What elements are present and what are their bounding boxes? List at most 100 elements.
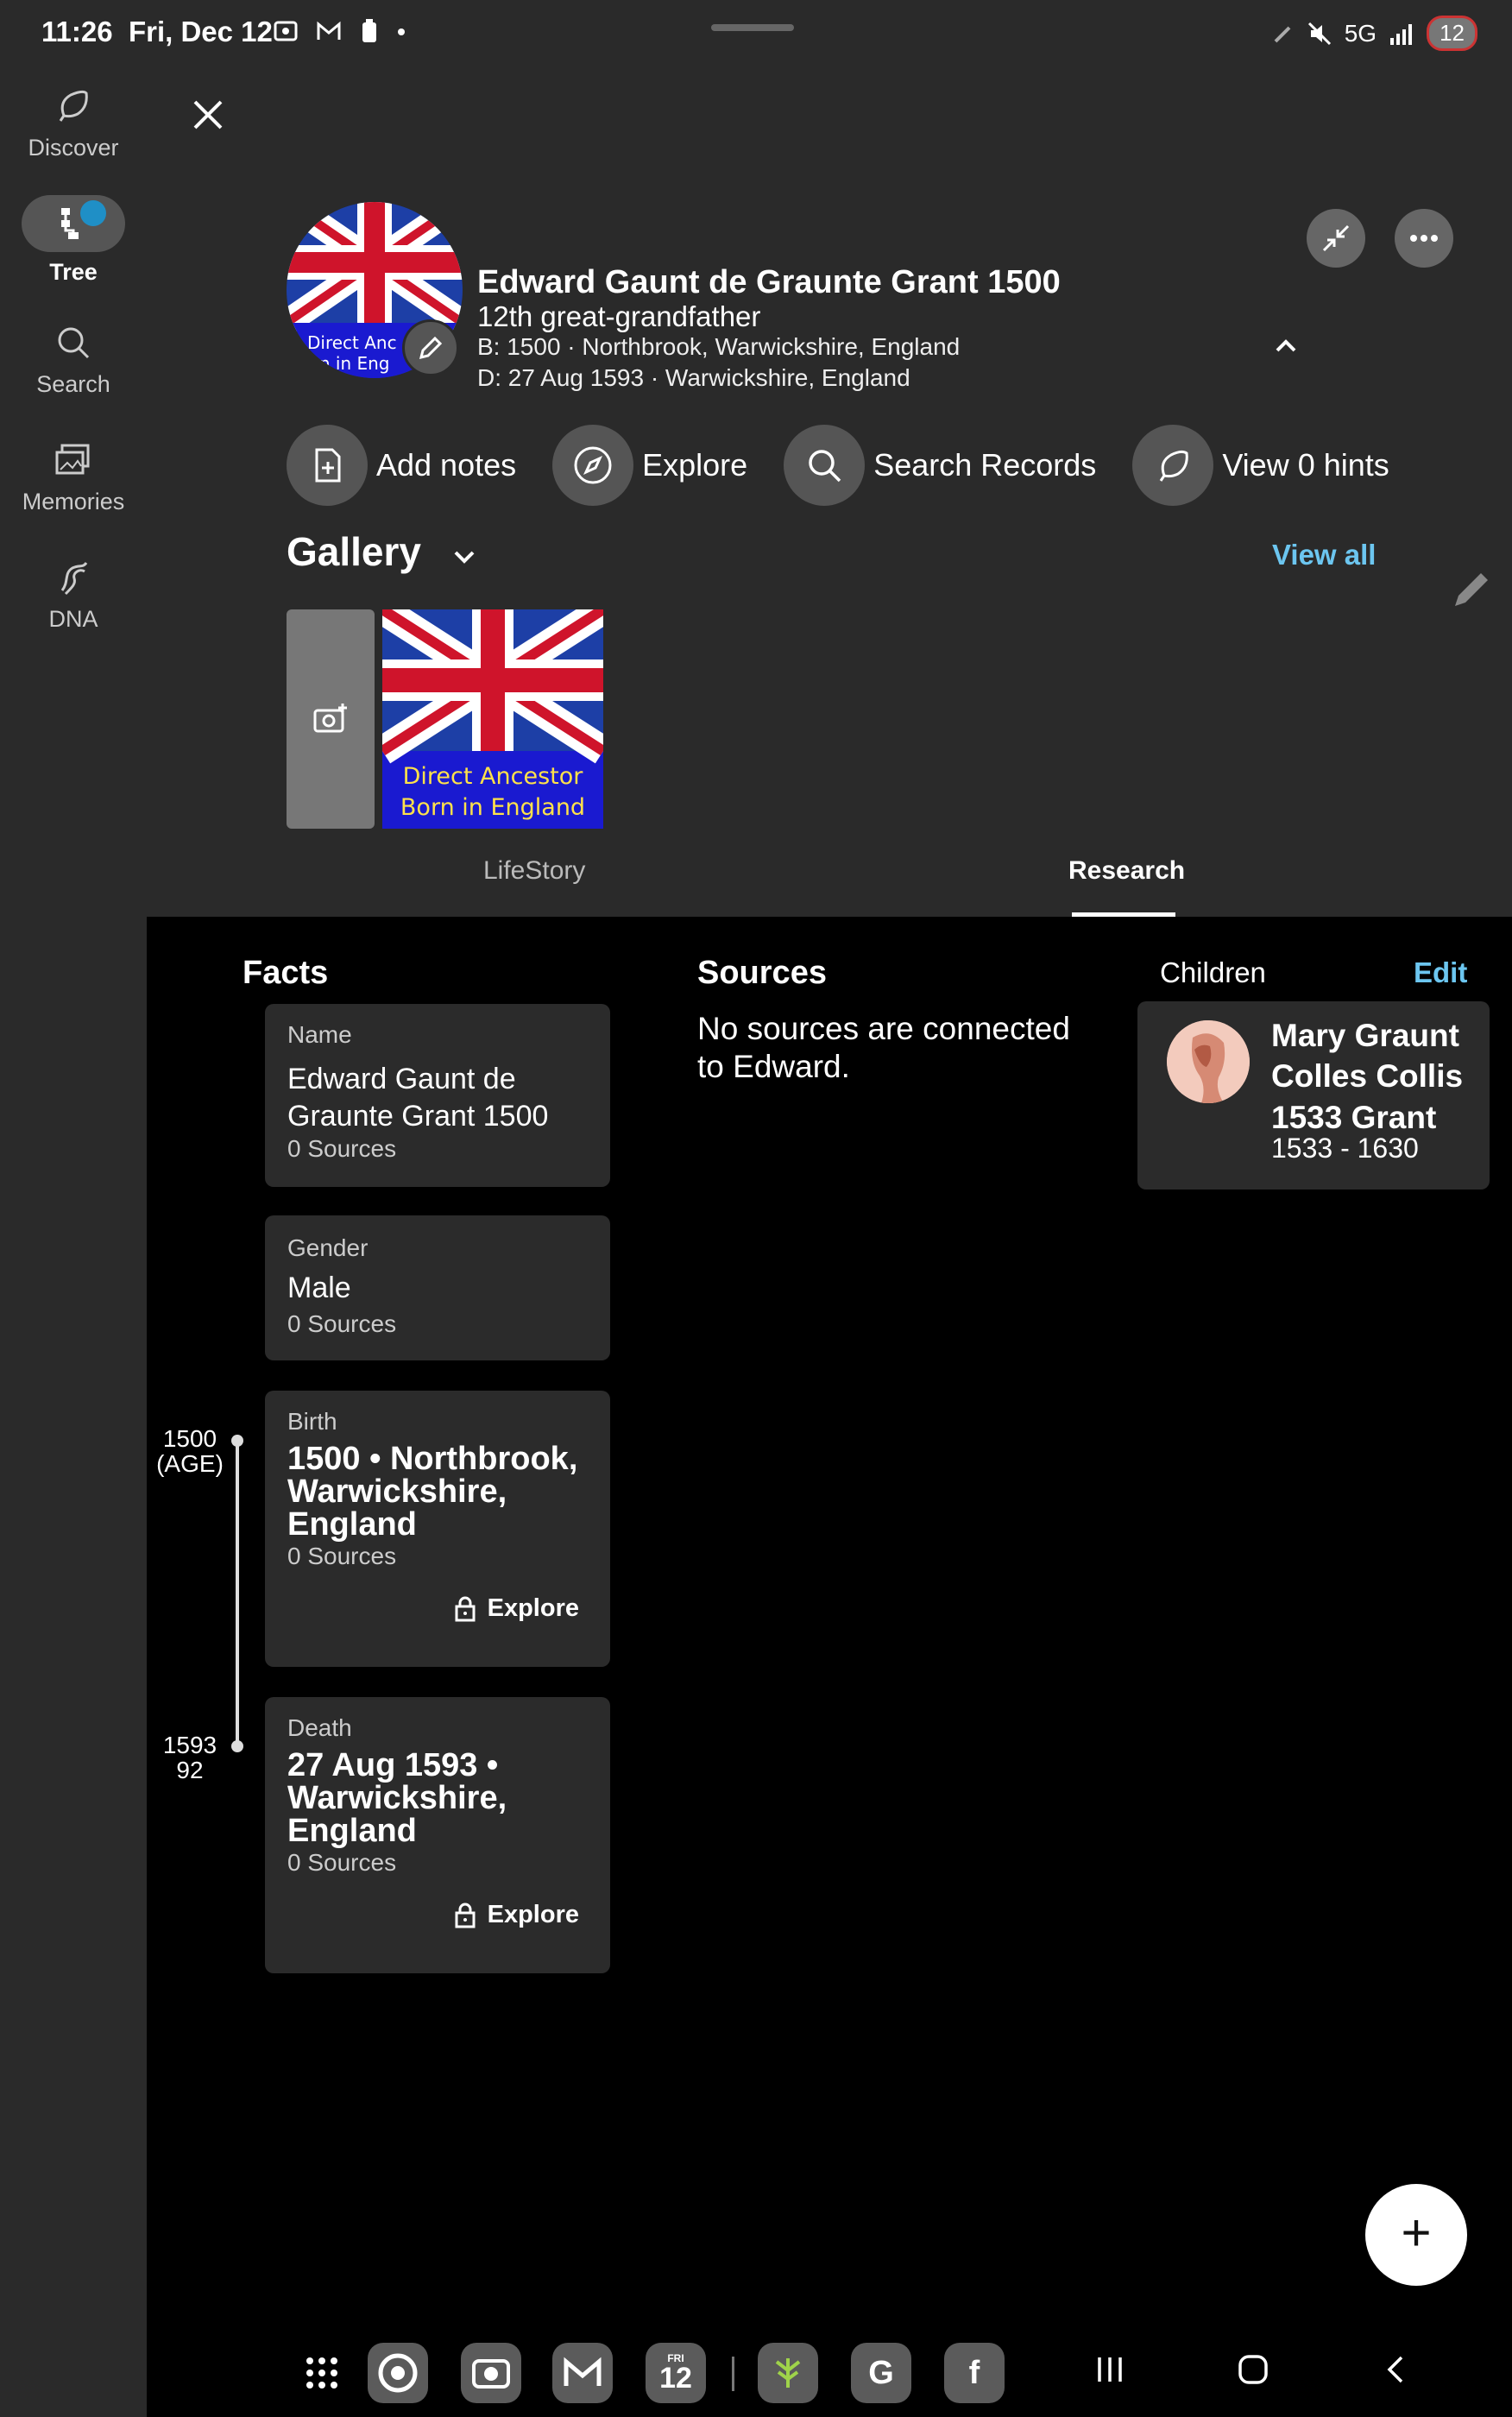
network-type: 5G xyxy=(1344,19,1377,47)
add-photo-button[interactable] xyxy=(287,609,375,829)
add-fab-button[interactable]: + xyxy=(1365,2184,1467,2286)
action-circle xyxy=(552,425,634,506)
gmail-icon[interactable] xyxy=(552,2343,613,2403)
view-hints-button[interactable]: View 0 hints xyxy=(1132,425,1389,506)
child-name: Mary Graunt Colles Collis 1533 Grant xyxy=(1271,1018,1464,1135)
rail-label: Memories xyxy=(22,489,125,514)
status-time: 11:26 Fri, Dec 12 xyxy=(41,16,273,47)
rail-label: Tree xyxy=(49,259,98,285)
recents-button[interactable] xyxy=(1093,2350,1127,2397)
rail-item-discover[interactable]: Discover xyxy=(0,85,147,161)
dock-divider xyxy=(732,2357,734,2391)
discover-icon xyxy=(59,90,88,122)
add-photo-icon xyxy=(313,704,347,733)
collapse-arrows-icon xyxy=(1322,224,1350,252)
more-options-button[interactable] xyxy=(1395,209,1453,268)
all-apps-icon[interactable] xyxy=(292,2343,352,2403)
rail-label: DNA xyxy=(48,606,98,632)
fact-value: 27 Aug 1593 • Warwickshire, England xyxy=(287,1747,507,1849)
home-button[interactable] xyxy=(1236,2350,1270,2397)
person-relation: 12th great-grandfather xyxy=(477,300,761,332)
person-header: Direct Anc rn in Eng Edward Gaunt de Gra… xyxy=(147,69,1512,917)
tab-lifestory[interactable]: LifeStory xyxy=(483,856,585,886)
union-jack-image: Direct Ancestor Born in England xyxy=(382,609,603,829)
fact-card-name[interactable]: Name Edward Gaunt de Graunte Grant 1500 … xyxy=(265,1004,610,1187)
fact-card-birth[interactable]: Birth 1500 • Northbrook, Warwickshire, E… xyxy=(265,1391,610,1667)
active-pill xyxy=(22,195,125,252)
fact-label: Name xyxy=(287,1021,352,1048)
home-icon xyxy=(1238,2355,1268,2384)
edit-avatar-button[interactable] xyxy=(402,319,459,376)
person-name: Edward Gaunt de Graunte Grant 1500 xyxy=(477,264,1061,300)
child-card[interactable]: Mary Graunt Colles Collis 1533 Grant 153… xyxy=(1137,1001,1490,1190)
fact-card-death[interactable]: Death 27 Aug 1593 • Warwickshire, Englan… xyxy=(265,1697,610,1973)
svg-text:rn in Eng: rn in Eng xyxy=(312,353,390,374)
add-note-icon xyxy=(315,448,341,483)
rail-label: Search xyxy=(36,371,110,397)
fact-label: Birth xyxy=(287,1408,337,1435)
female-avatar-icon xyxy=(1167,1020,1250,1103)
back-button[interactable] xyxy=(1379,2350,1414,2397)
edit-children-link[interactable]: Edit xyxy=(1414,956,1467,989)
death-explore-button[interactable]: Explore xyxy=(455,1901,579,1929)
navigation-rail: Discover Tree Search Memories DNA xyxy=(0,69,147,2331)
fact-value: 1500 • Northbrook, Warwickshire, England xyxy=(287,1441,578,1543)
no-sources-message: No sources are connected to Edward. xyxy=(697,1011,1070,1084)
fact-value: Edward Gaunt de Graunte Grant 1500 xyxy=(287,1063,549,1133)
drag-handle[interactable] xyxy=(711,24,794,31)
fact-card-gender[interactable]: Gender Male 0 Sources xyxy=(265,1215,610,1360)
fact-label: Death xyxy=(287,1714,352,1741)
dot-icon xyxy=(398,28,406,36)
fact-sources: 0 Sources xyxy=(287,1135,397,1162)
action-label: Search Records xyxy=(873,447,1097,483)
status-right: 5G 12 xyxy=(1272,16,1477,51)
fact-sources: 0 Sources xyxy=(287,1310,397,1337)
gmail-icon xyxy=(317,21,341,41)
minimize-button[interactable] xyxy=(1307,209,1365,268)
rail-item-tree[interactable]: Tree xyxy=(0,195,147,286)
action-label: View 0 hints xyxy=(1222,447,1389,483)
timeline-death-label: 1593 92 xyxy=(162,1732,217,1784)
camera-icon[interactable] xyxy=(461,2343,521,2403)
chevron-down-icon xyxy=(454,551,475,564)
chrome-icon[interactable] xyxy=(368,2343,428,2403)
add-notes-button[interactable]: Add notes xyxy=(287,425,516,506)
edit-button[interactable] xyxy=(1450,568,1493,611)
collapse-header-button[interactable] xyxy=(1269,328,1303,363)
rail-item-search[interactable]: Search xyxy=(0,321,147,398)
system-navbar: FRI 12 G f xyxy=(0,2331,1512,2417)
timeline-dot-birth xyxy=(231,1435,243,1447)
recents-icon xyxy=(1098,2357,1122,2382)
search-records-button[interactable]: Search Records xyxy=(784,425,1096,506)
fact-value: Male xyxy=(287,1272,351,1304)
close-button[interactable] xyxy=(190,95,233,138)
gallery-toggle[interactable] xyxy=(447,540,482,575)
tab-research[interactable]: Research xyxy=(1068,856,1185,886)
calendar-icon[interactable]: FRI 12 xyxy=(646,2343,706,2403)
battery-level: 12 xyxy=(1427,16,1477,51)
sources-title: Sources xyxy=(697,955,827,991)
rail-item-memories[interactable]: Memories xyxy=(0,439,147,515)
app-dock: FRI 12 G f xyxy=(147,2331,1512,2417)
lock-icon xyxy=(455,1596,476,1621)
timeline-birth-label: 1500 (AGE) xyxy=(156,1425,224,1478)
gallery-thumbnail[interactable]: Direct Ancestor Born in England xyxy=(382,609,603,829)
ancestry-icon[interactable] xyxy=(758,2343,818,2403)
explore-button[interactable]: Explore xyxy=(552,425,747,506)
dna-icon xyxy=(60,562,88,596)
view-all-link[interactable]: View all xyxy=(1272,539,1376,571)
chevron-up-icon xyxy=(1276,339,1296,352)
action-label: Explore xyxy=(642,447,748,483)
compass-icon xyxy=(574,446,612,484)
facebook-icon[interactable]: f xyxy=(944,2343,1005,2403)
facts-title: Facts xyxy=(243,955,329,991)
action-label: Add notes xyxy=(376,447,517,483)
status-bar: 11:26 Fri, Dec 12 5G 12 xyxy=(0,0,1512,69)
explore-label: Explore xyxy=(487,1594,579,1622)
rail-label: Discover xyxy=(28,135,119,161)
close-icon xyxy=(193,100,223,129)
birth-explore-button[interactable]: Explore xyxy=(455,1594,579,1623)
google-icon[interactable]: G xyxy=(851,2343,911,2403)
gallery-title: Gallery xyxy=(287,529,421,574)
rail-item-dna[interactable]: DNA xyxy=(0,556,147,633)
